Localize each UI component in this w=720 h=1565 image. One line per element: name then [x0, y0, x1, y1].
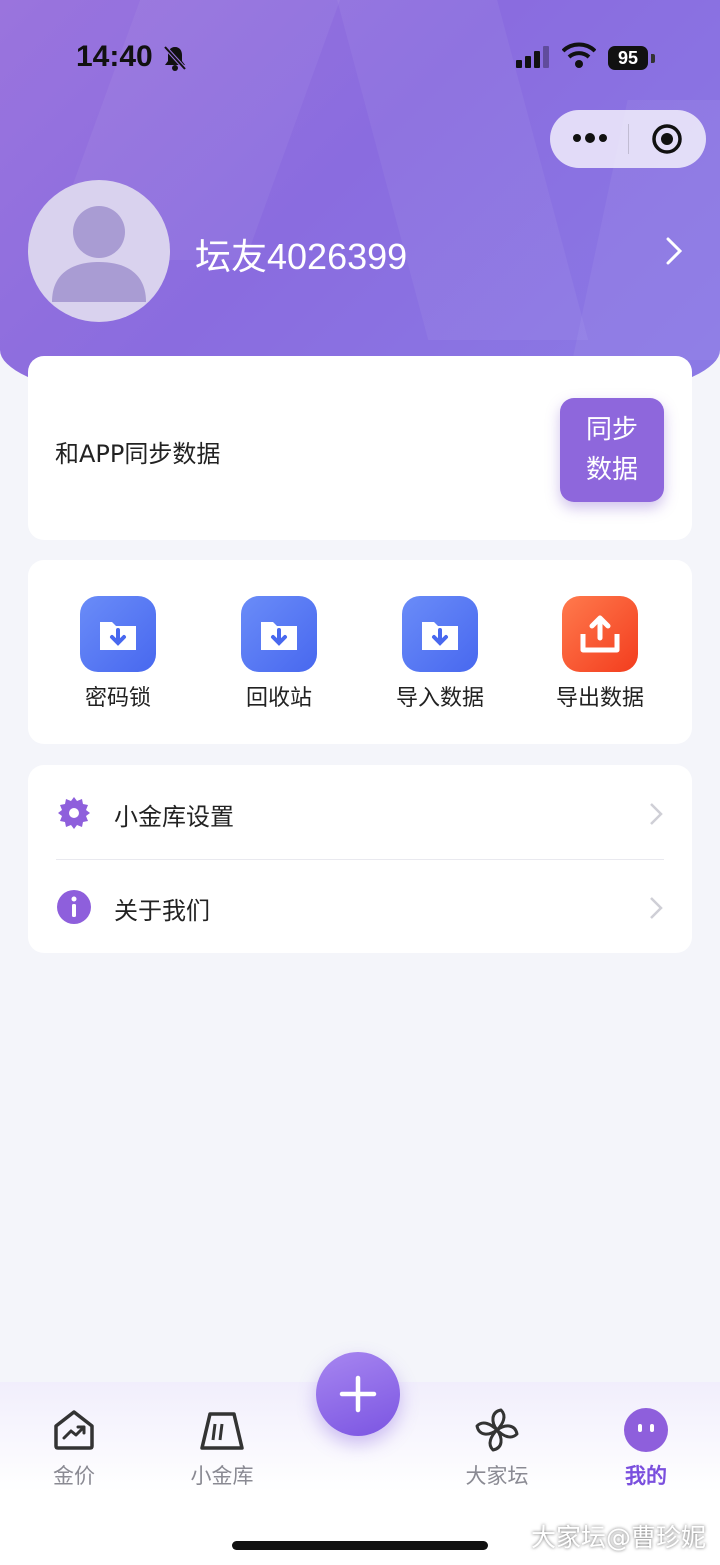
- username[interactable]: 坛友4026399: [195, 228, 407, 280]
- cellular-signal-icon: [516, 46, 549, 68]
- tab-label: 我的: [625, 1464, 667, 1488]
- status-time: 14:40: [76, 40, 153, 73]
- gear-icon: [58, 797, 90, 829]
- watermark: 大家坛@曹珍妮: [530, 1523, 706, 1552]
- tab-label: 金价: [53, 1464, 95, 1488]
- folder-download-icon: [80, 596, 156, 672]
- chevron-right-icon: [650, 803, 663, 825]
- sync-data-button[interactable]: 同步 数据: [560, 398, 664, 502]
- capsule-divider: [628, 124, 629, 154]
- quick-actions-card: 密码锁 回收站 导入数据 导出数据: [28, 560, 692, 744]
- settings-menu-card: 小金库设置 关于我们: [28, 765, 692, 953]
- action-recycle-bin[interactable]: 回收站: [199, 596, 359, 712]
- action-label: 回收站: [245, 686, 312, 711]
- menu-label: 关于我们: [114, 897, 210, 925]
- menu-item-about-us[interactable]: 关于我们: [28, 859, 692, 953]
- sync-button-line1: 同步: [585, 415, 638, 445]
- status-bar: 14:40 95: [0, 30, 720, 86]
- action-label: 导入数据: [395, 686, 484, 711]
- sync-button-line2: 数据: [585, 455, 638, 485]
- tab-gold-price[interactable]: 金价: [14, 1406, 134, 1490]
- wifi-icon: [562, 42, 596, 68]
- battery-indicator: 95: [608, 46, 648, 70]
- chevron-right-icon: [650, 897, 663, 919]
- tab-label: 小金库: [190, 1464, 254, 1488]
- menu-item-vault-settings[interactable]: 小金库设置: [28, 765, 692, 860]
- battery-tip: [651, 54, 655, 63]
- action-export-data[interactable]: 导出数据: [520, 596, 680, 712]
- folder-download-icon: [402, 596, 478, 672]
- tab-small-vault[interactable]: 小金库: [162, 1406, 282, 1490]
- folder-download-icon: [241, 596, 317, 672]
- sync-description: 和APP同步数据: [55, 440, 221, 468]
- menu-label: 小金库设置: [114, 803, 234, 831]
- tab-forum[interactable]: 大家坛: [437, 1406, 557, 1490]
- user-silhouette-icon: [52, 206, 146, 302]
- info-icon: [57, 890, 91, 924]
- more-dots-icon[interactable]: [572, 128, 608, 148]
- action-password-lock[interactable]: 密码锁: [38, 596, 198, 712]
- close-target-icon[interactable]: [651, 123, 683, 155]
- action-label: 导出数据: [555, 686, 644, 711]
- action-label: 密码锁: [84, 686, 151, 711]
- avatar[interactable]: [28, 180, 170, 322]
- add-button[interactable]: [316, 1352, 400, 1436]
- sync-card: 和APP同步数据 同步 数据: [28, 356, 692, 540]
- bell-muted-icon: [163, 45, 187, 71]
- upload-tray-icon: [562, 596, 638, 672]
- miniprogram-capsule: [550, 110, 706, 168]
- action-import-data[interactable]: 导入数据: [360, 596, 520, 712]
- face-icon: [624, 1408, 668, 1452]
- pinwheel-icon: [475, 1408, 519, 1452]
- tab-mine[interactable]: 我的: [586, 1406, 706, 1490]
- vault-icon: [200, 1412, 244, 1450]
- chevron-right-icon[interactable]: [664, 236, 684, 266]
- plus-icon: [339, 1375, 377, 1413]
- chart-trend-icon: [54, 1410, 94, 1450]
- tab-label: 大家坛: [465, 1464, 529, 1488]
- home-indicator: [232, 1541, 488, 1550]
